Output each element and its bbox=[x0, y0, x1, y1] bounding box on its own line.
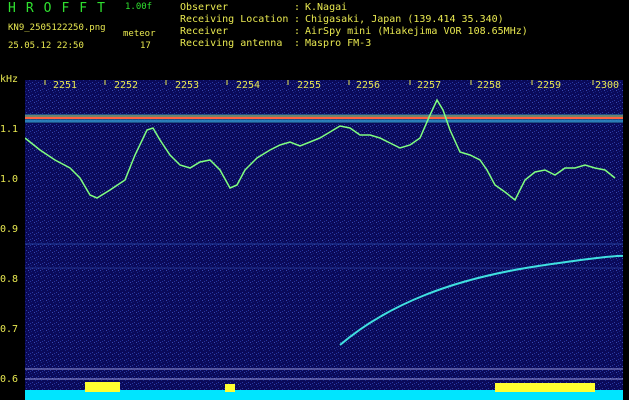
info-label-receiver: Receiver bbox=[180, 26, 229, 37]
spectrogram bbox=[25, 80, 623, 400]
time-tick-label: 2251 bbox=[53, 80, 78, 91]
meteor-label: meteor bbox=[123, 29, 156, 39]
image-filename: KN9_2505122250.png bbox=[8, 23, 106, 33]
observation-datetime: 25.05.12 22:50 bbox=[8, 41, 84, 51]
freq-tick-label: 1.0 bbox=[0, 174, 19, 185]
time-tick-label: 2254 bbox=[236, 80, 261, 91]
info-value-antenna: Maspro FM-3 bbox=[305, 38, 372, 49]
info-separator: : bbox=[294, 26, 301, 37]
time-tick-label: 2255 bbox=[297, 80, 322, 91]
program-title: HROFFT bbox=[8, 1, 115, 16]
freq-tick-label: 1.1 bbox=[0, 124, 19, 135]
info-value-observer: K.Nagai bbox=[305, 2, 348, 13]
time-tick-label: 2258 bbox=[477, 80, 502, 91]
freq-tick-label: 0.6 bbox=[0, 374, 19, 385]
info-separator: : bbox=[294, 2, 301, 13]
freq-tick-label: 0.7 bbox=[0, 324, 19, 335]
info-value-receiver: AirSpy mini (Miakejima VOR 108.65MHz) bbox=[305, 26, 528, 37]
program-version: 1.00f bbox=[125, 2, 153, 12]
time-tick-label: 2252 bbox=[114, 80, 139, 91]
meteor-count: 17 bbox=[140, 41, 151, 51]
info-separator: : bbox=[294, 38, 301, 49]
info-label-location: Receiving Location bbox=[180, 14, 289, 25]
info-label-antenna: Receiving antenna bbox=[180, 38, 283, 49]
info-value-location: Chigasaki, Japan (139.414 35.340) bbox=[305, 14, 504, 25]
time-tick-label: 2253 bbox=[175, 80, 200, 91]
time-tick-label: 2259 bbox=[537, 80, 562, 91]
freq-tick-label: 0.8 bbox=[0, 274, 19, 285]
time-tick-label: 2257 bbox=[417, 80, 442, 91]
freq-tick-label: 0.9 bbox=[0, 224, 19, 235]
spectrogram-background bbox=[25, 80, 623, 400]
info-separator: : bbox=[294, 14, 301, 25]
time-tick-label: 2300 bbox=[595, 80, 620, 91]
info-label-observer: Observer bbox=[180, 2, 229, 13]
time-tick-label: 2256 bbox=[356, 80, 381, 91]
frequency-unit-label: kHz bbox=[0, 74, 19, 85]
